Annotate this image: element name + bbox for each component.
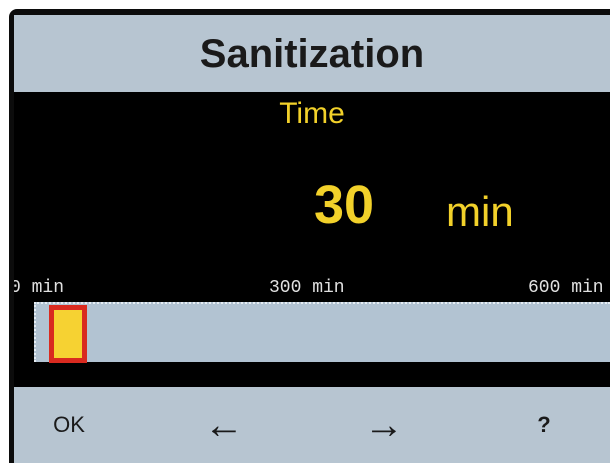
page-title: Sanitization — [199, 32, 425, 76]
slider-tick-min: 0 min — [14, 278, 65, 298]
parameter-unit: min — [446, 188, 514, 235]
arrow-right-icon: → — [364, 403, 404, 447]
slider-tick-max: 600 min — [528, 278, 604, 298]
ok-button[interactable]: OK — [34, 387, 104, 463]
decrease-button[interactable]: ← — [184, 387, 264, 463]
display-screen: Sanitization Time 30 min 0 min 300 min 6… — [14, 15, 610, 463]
parameter-value: 30 — [314, 175, 375, 235]
header-bar: Sanitization — [14, 15, 610, 92]
time-slider-handle[interactable] — [49, 305, 87, 363]
time-slider-track[interactable] — [34, 302, 610, 362]
value-display: 30 min — [14, 175, 610, 255]
slider-tick-mid: 300 min — [269, 278, 345, 298]
device-frame: Sanitization Time 30 min 0 min 300 min 6… — [9, 9, 610, 463]
arrow-left-icon: ← — [204, 403, 244, 447]
increase-button[interactable]: → — [344, 387, 424, 463]
parameter-label: Time — [279, 97, 345, 130]
help-button[interactable]: ? — [514, 387, 574, 463]
softkey-bar: OK ← → ? — [14, 387, 610, 463]
